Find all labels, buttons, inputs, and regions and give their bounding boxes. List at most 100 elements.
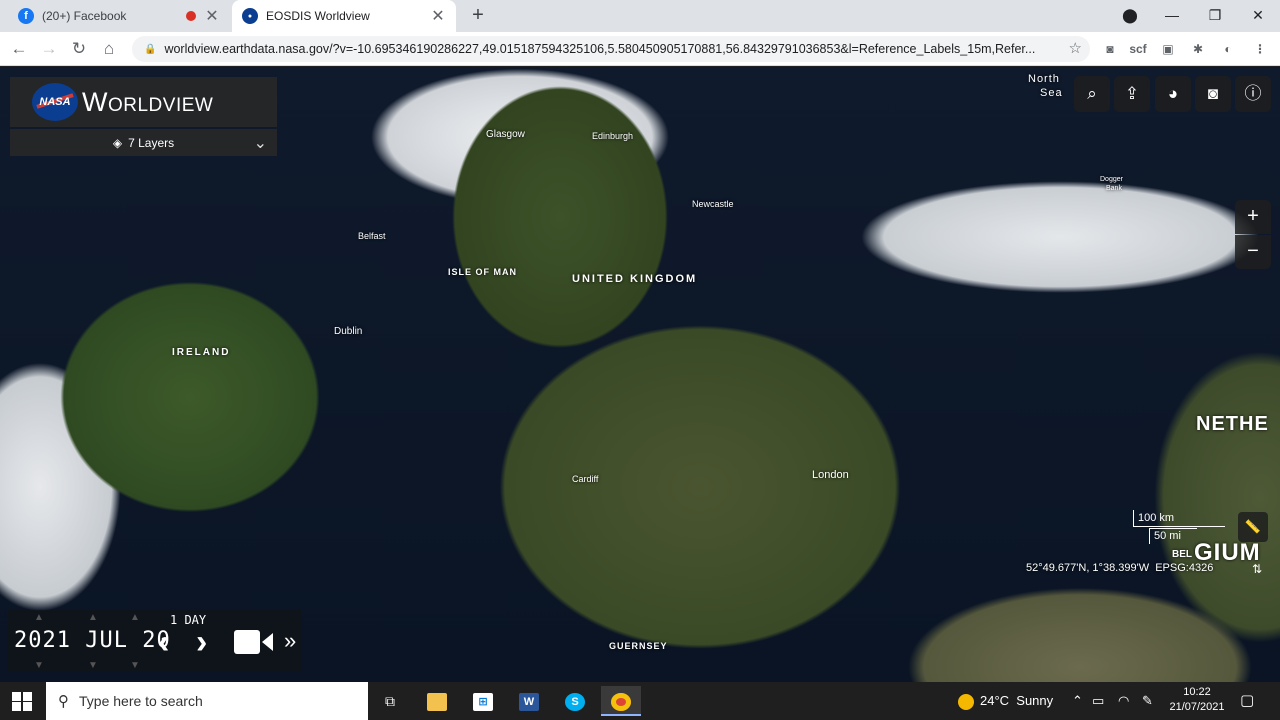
url-text: worldview.earthdata.nasa.gov/?v=-10.6953… [164,42,1036,56]
browser-tab-strip: f (20+) Facebook ✕ ● EOSDIS Worldview ✕ … [0,0,1280,32]
year-field[interactable]: 2021 [14,628,71,653]
map-label-city: Newcastle [692,199,734,209]
next-day-button[interactable]: › [196,624,207,660]
day-down-icon[interactable]: ▼ [130,660,140,671]
previous-day-button[interactable]: ‹ [158,624,169,660]
maximize-button[interactable]: ❐ [1195,0,1235,32]
battery-icon[interactable]: ▭ [1092,682,1104,720]
extensions-puzzle-icon[interactable]: ✱ [1186,38,1210,60]
extension-icon[interactable]: ◙ [1098,38,1122,60]
map-label-city: Edinburgh [592,131,634,141]
scale-bar-km: 100 km [1133,510,1225,527]
profile-dropdown-icon[interactable]: ⬤ [1110,0,1150,32]
map-label-country: NETHE [1196,413,1269,435]
browser-toolbar: ← → ↻ ⌂ 🔒 worldview.earthdata.nasa.gov/?… [0,32,1280,66]
map-label-city: Glasgow [486,129,525,140]
layers-stack-icon: ◈ [112,135,123,150]
sun-icon [958,693,974,710]
zoom-in-button[interactable]: + [1235,200,1271,234]
notifications-icon[interactable]: ▢ [1240,682,1254,720]
projection-label: EPSG:4326 [1155,562,1214,574]
weather-widget[interactable]: 24°C Sunny [958,682,1053,720]
start-windows-icon[interactable] [8,690,36,712]
animation-video-icon[interactable] [234,630,273,654]
word-icon[interactable]: W [509,686,549,716]
measure-ruler-icon[interactable]: 📏 [1238,512,1268,542]
facebook-icon: f [18,8,34,24]
chrome-icon[interactable] [601,686,641,716]
map-label-sea: North [1028,73,1060,85]
close-window-button[interactable]: ✕ [1238,0,1278,32]
reload-button[interactable]: ↻ [66,36,92,62]
map-label-country: BEL [1172,549,1192,560]
zoom-out-button[interactable]: − [1235,235,1271,269]
date-selector[interactable]: 2021 JUL 20 [14,628,171,653]
wifi-icon[interactable]: ◠ [1118,682,1129,720]
extension-scf[interactable]: scf [1126,38,1150,60]
tab-facebook[interactable]: f (20+) Facebook ✕ [8,0,230,32]
tab-worldview[interactable]: ● EOSDIS Worldview ✕ [232,0,456,32]
nasa-logo: NASA [32,83,78,121]
expand-timeline-icon[interactable]: » [284,628,296,654]
lock-icon: 🔒 [144,43,157,55]
profile-avatar[interactable]: ◐ [1216,38,1240,60]
month-up-icon[interactable]: ▲ [88,612,98,623]
bookmark-star-icon[interactable]: ☆ [1069,39,1082,57]
extension-icon[interactable]: ▣ [1156,38,1180,60]
worldview-header[interactable]: NASA Worldview [10,77,277,127]
taskbar-search-box[interactable]: ⚲ Type here to search [46,682,368,720]
timeline-panel: ▲ ▲ ▲ 1 DAY 2021 JUL 20 ▼ ▼ ▼ ‹ › » [8,610,301,672]
satellite-map[interactable]: Glasgow Edinburgh Newcastle Belfast Dubl… [0,67,1280,682]
menu-icon[interactable]: ⋮ [1248,38,1272,60]
windows-taskbar: ⚲ Type here to search ⧉ ⊞ W S 24°C Sunny… [0,682,1280,720]
new-tab-button[interactable]: + [468,4,488,28]
layers-toggle-button[interactable]: ◈ 7 Layers ⌄ [10,129,277,156]
tab-title: (20+) Facebook [42,9,127,23]
coordinate-format-toggle-icon[interactable]: ⇅ [1252,562,1262,576]
app-title: Worldview [82,86,214,117]
close-tab-icon[interactable]: ✕ [430,6,446,26]
map-label-city: Belfast [358,231,386,241]
nasa-icon: ● [242,8,258,24]
tab-title: EOSDIS Worldview [266,9,370,23]
day-up-icon[interactable]: ▲ [130,612,140,623]
map-label-city: Dublin [334,326,363,337]
month-field[interactable]: JUL [85,628,128,653]
recording-indicator-icon [186,11,196,21]
search-zoom-icon[interactable]: ⌕ [1074,76,1110,112]
home-button[interactable]: ⌂ [96,36,122,62]
minimize-button[interactable]: — [1152,0,1192,32]
skype-icon[interactable]: S [555,686,595,716]
map-label-country: IRELAND [172,347,231,358]
chevron-down-icon: ⌄ [253,135,267,152]
map-label-region: GUERNSEY [609,641,668,651]
projection-globe-icon[interactable]: ◕ [1155,76,1191,112]
map-label-region: ISLE OF MAN [448,267,517,277]
share-icon[interactable]: ⇪ [1114,76,1150,112]
address-bar[interactable]: 🔒 worldview.earthdata.nasa.gov/?v=-10.69… [132,36,1090,62]
info-icon[interactable]: ⓘ [1235,76,1271,112]
layers-count-label: 7 Layers [128,135,175,150]
forward-button[interactable]: → [36,36,62,62]
map-label-country: UNITED KINGDOM [572,273,698,285]
show-hidden-icons-chevron-icon[interactable]: ⌃ [1072,682,1083,720]
close-tab-icon[interactable]: ✕ [204,6,220,26]
map-label-city: London [812,469,849,481]
microsoft-store-icon[interactable]: ⊞ [463,686,503,716]
search-placeholder: Type here to search [79,693,203,709]
taskbar-clock[interactable]: 10:22 21/07/2021 [1164,685,1230,715]
year-down-icon[interactable]: ▼ [34,660,44,671]
map-label-feature: Dogger [1100,176,1123,183]
map-label-sea: Sea [1040,87,1063,99]
search-icon: ⚲ [58,693,69,710]
file-explorer-icon[interactable] [417,686,457,716]
scale-bar-mi: 50 mi [1149,528,1197,544]
map-label-city: Cardiff [572,474,599,484]
task-view-icon[interactable]: ⧉ [370,686,410,716]
month-down-icon[interactable]: ▼ [88,660,98,671]
back-button[interactable]: ← [6,36,32,62]
camera-snapshot-icon[interactable]: ◙ [1195,76,1231,112]
coordinates-readout[interactable]: 52°49.677'N, 1°38.399'W EPSG:4326 [1026,562,1213,574]
pen-icon[interactable]: ✎ [1142,682,1153,720]
year-up-icon[interactable]: ▲ [34,612,44,623]
